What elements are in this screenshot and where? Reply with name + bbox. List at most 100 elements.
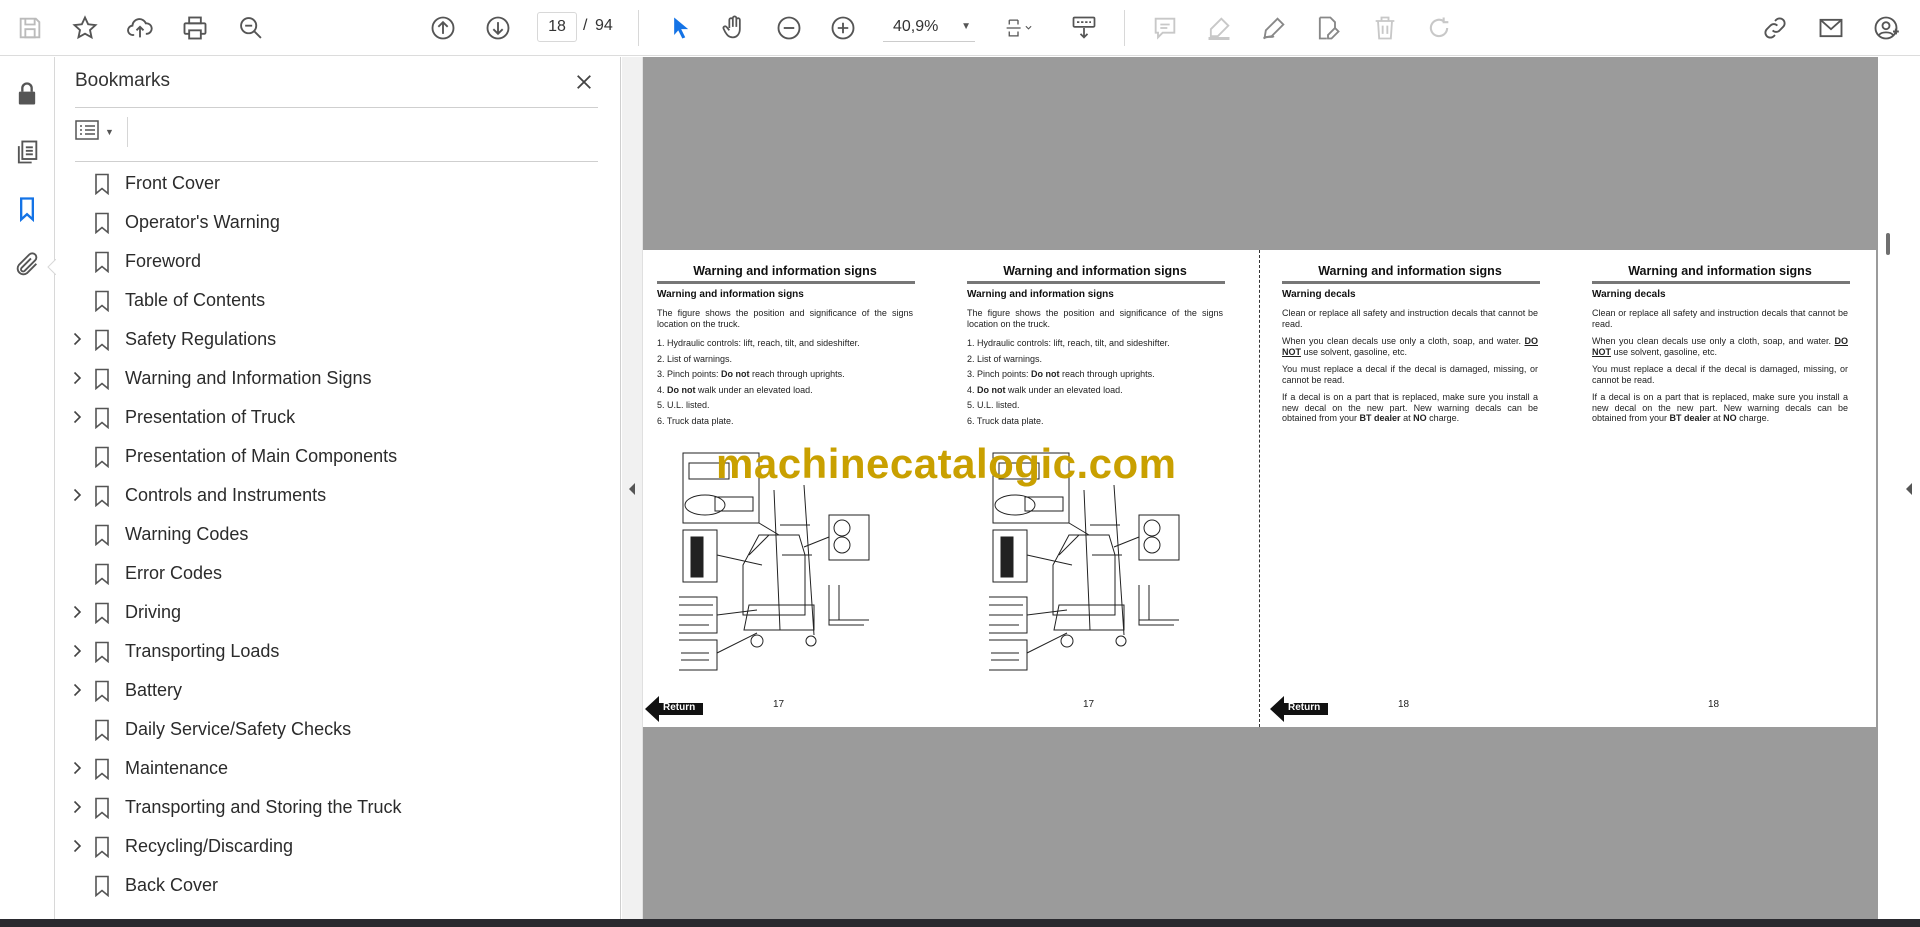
bookmark-item[interactable]: Daily Service/Safety Checks	[56, 711, 616, 747]
bookmark-item[interactable]: Safety Regulations	[56, 321, 616, 357]
close-icon[interactable]	[570, 68, 598, 96]
page-fit-icon[interactable]	[996, 10, 1040, 46]
attachment-icon[interactable]	[10, 248, 44, 282]
bookmark-item[interactable]: Foreword	[56, 243, 616, 279]
chevron-right-icon[interactable]	[70, 761, 84, 775]
hand-icon[interactable]	[716, 10, 752, 46]
zoom-value: 40,9%	[893, 17, 939, 35]
page-number: 18	[1708, 699, 1720, 710]
upload-icon[interactable]	[122, 10, 158, 46]
bookmark-item[interactable]: Warning Codes	[56, 516, 616, 552]
paragraph: You must replace a decal if the decal is…	[1282, 364, 1538, 385]
bookmark-item[interactable]: Transporting and Storing the Truck	[56, 789, 616, 825]
page-number: 17	[773, 699, 785, 710]
chevron-right-icon[interactable]	[70, 839, 84, 853]
toolbar-divider	[638, 10, 639, 46]
bookmark-item[interactable]: Transporting Loads	[56, 633, 616, 669]
page-heading: Warning and information signs	[1318, 264, 1502, 278]
bookmark-ribbon-icon	[93, 173, 111, 196]
star-icon[interactable]	[67, 10, 103, 46]
bookmark-icon[interactable]	[10, 192, 44, 226]
next-page-icon[interactable]	[480, 10, 516, 46]
edit-icon[interactable]	[1310, 10, 1346, 46]
section-subtitle: Warning decals	[1282, 289, 1356, 300]
paragraph: When you clean decals use only a cloth, …	[1282, 336, 1538, 357]
prev-page-icon[interactable]	[425, 10, 461, 46]
bookmark-item[interactable]: Warning and Information Signs	[56, 360, 616, 396]
zoom-in-icon[interactable]	[825, 10, 861, 46]
list-item: 2. List of warnings.	[657, 353, 733, 364]
bookmark-label: Error Codes	[125, 562, 223, 583]
scroll-mode-icon[interactable]	[1066, 10, 1102, 46]
chevron-right-icon[interactable]	[70, 488, 84, 502]
bookmarks-panel: Bookmarks ▼ Front Cover Operator's Warnin…	[56, 57, 621, 919]
delete-icon[interactable]	[1367, 10, 1403, 46]
bookmark-item[interactable]: Driving	[56, 594, 616, 630]
sign-icon[interactable]	[1256, 10, 1292, 46]
divider	[75, 161, 598, 162]
page-heading: Warning and information signs	[1003, 264, 1187, 278]
pdf-reader-window: / 94 40,9% ▼	[0, 0, 1920, 927]
return-button[interactable]: Return	[1270, 696, 1328, 722]
chevron-right-icon[interactable]	[70, 683, 84, 697]
page-number-input[interactable]	[537, 12, 577, 42]
bookmark-item[interactable]: Back Cover	[56, 867, 616, 903]
lock-icon[interactable]	[10, 77, 44, 111]
bookmark-ribbon-icon	[93, 797, 111, 820]
pages-icon[interactable]	[10, 135, 44, 169]
collapse-panel-icon[interactable]	[624, 479, 640, 499]
chevron-right-icon[interactable]	[70, 605, 84, 619]
zoom-out-icon[interactable]	[771, 10, 807, 46]
bookmark-item[interactable]: Table of Contents	[56, 282, 616, 318]
comment-icon[interactable]	[1147, 10, 1183, 46]
return-label: Return	[663, 702, 696, 713]
left-tool-rail	[0, 57, 56, 919]
heading-rule	[1282, 281, 1540, 284]
bookmark-item[interactable]: Operator's Warning	[56, 204, 616, 240]
bookmark-label: Driving	[125, 601, 182, 622]
redo-icon[interactable]	[1421, 10, 1457, 46]
bookmark-item[interactable]: Maintenance	[56, 750, 616, 786]
bookmark-ribbon-icon	[93, 680, 111, 703]
bookmark-ribbon-icon	[93, 407, 111, 430]
share-link-icon[interactable]	[1757, 10, 1793, 46]
bookmark-item[interactable]: Presentation of Main Components	[56, 438, 616, 474]
chevron-right-icon[interactable]	[70, 800, 84, 814]
paragraph: If a decal is on a part that is replaced…	[1592, 392, 1848, 423]
print-icon[interactable]	[177, 10, 213, 46]
bookmark-ribbon-icon	[93, 602, 111, 625]
bookmark-label: Presentation of Truck	[125, 406, 296, 427]
bookmark-label: Recycling/Discarding	[125, 835, 294, 856]
mail-icon[interactable]	[1813, 10, 1849, 46]
heading-rule	[967, 281, 1225, 284]
return-button[interactable]: Return	[645, 696, 703, 722]
bookmark-item[interactable]: Battery	[56, 672, 616, 708]
bookmark-item[interactable]: Presentation of Truck	[56, 399, 616, 435]
list-item: 5. U.L. listed.	[657, 400, 710, 411]
bookmark-item[interactable]: Recycling/Discarding	[56, 828, 616, 864]
chevron-right-icon[interactable]	[70, 644, 84, 658]
paragraph: When you clean decals use only a cloth, …	[1592, 336, 1848, 357]
paragraph: Clean or replace all safety and instruct…	[1592, 308, 1848, 329]
expand-right-panel-icon[interactable]	[1901, 479, 1917, 499]
page-total: 94	[595, 17, 613, 34]
list-item: 4. Do not walk under an elevated load.	[657, 384, 813, 395]
page-number: 17	[1083, 699, 1095, 710]
bookmark-options-button[interactable]: ▼	[75, 117, 121, 147]
bookmark-item[interactable]: Error Codes	[56, 555, 616, 591]
chevron-right-icon[interactable]	[70, 410, 84, 424]
chevron-right-icon[interactable]	[70, 371, 84, 385]
save-icon[interactable]	[12, 10, 48, 46]
highlight-icon[interactable]	[1201, 10, 1237, 46]
zoom-select[interactable]: 40,9% ▼	[883, 12, 975, 42]
search-zoom-icon[interactable]	[233, 10, 269, 46]
chevron-right-icon[interactable]	[70, 332, 84, 346]
bookmark-ribbon-icon	[93, 329, 111, 352]
select-cursor-icon[interactable]	[662, 10, 698, 46]
bookmark-item[interactable]: Controls and Instruments	[56, 477, 616, 513]
page-column: Warning and information signs Warning dec…	[1270, 250, 1540, 727]
bookmark-ribbon-icon	[93, 368, 111, 391]
vertical-scrollbar-thumb[interactable]	[1886, 233, 1890, 255]
account-icon[interactable]	[1868, 10, 1904, 46]
bookmark-item[interactable]: Front Cover	[56, 165, 616, 201]
